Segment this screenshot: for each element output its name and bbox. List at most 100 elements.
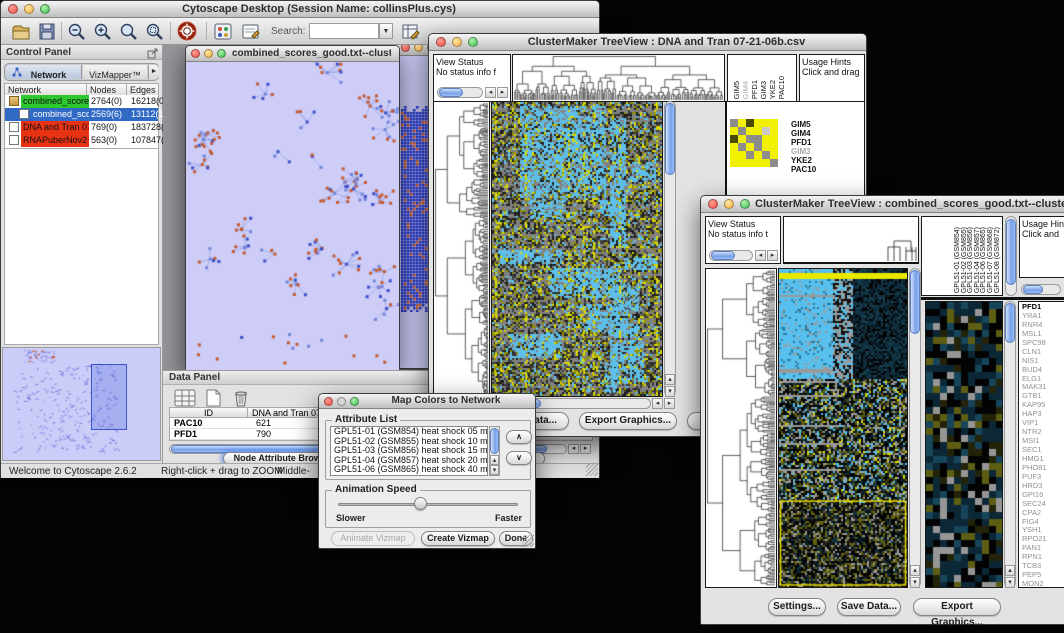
matrix-cell[interactable] — [754, 151, 762, 159]
export-graphics-button[interactable]: Export Graphics... — [579, 412, 677, 430]
matrix-cell[interactable] — [730, 143, 738, 151]
annotation-icon[interactable] — [241, 22, 261, 41]
resize-grip[interactable] — [522, 535, 534, 547]
minimize-button[interactable] — [414, 45, 423, 52]
close-button[interactable] — [8, 4, 18, 14]
matrix-cell[interactable] — [762, 135, 770, 143]
matrix-cell[interactable] — [746, 151, 754, 159]
matrix-cell[interactable] — [746, 143, 754, 151]
column-label[interactable]: PFD1 — [750, 80, 759, 99]
treeview2-column-labels[interactable]: GPL51-01 (GSM854)GPL51-02 (GSM855)GPL51-… — [921, 216, 1003, 296]
zoom-button[interactable] — [217, 49, 226, 58]
matrix-cell[interactable] — [770, 135, 778, 143]
speed-slider-track[interactable] — [338, 503, 518, 506]
column-label[interactable]: PAC10 — [777, 76, 786, 99]
speed-slider-thumb[interactable] — [414, 497, 427, 510]
minimize-button[interactable] — [724, 199, 734, 209]
matrix-cell[interactable] — [730, 127, 738, 135]
animate-vizmap-button[interactable]: Animate Vizmap — [331, 531, 415, 546]
create-vizmap-button[interactable]: Create Vizmap — [421, 531, 495, 546]
matrix-cell[interactable] — [754, 135, 762, 143]
matrix-cell[interactable] — [746, 135, 754, 143]
scroll-thumb[interactable] — [1005, 303, 1015, 343]
row-label[interactable]: GIM5 — [791, 120, 861, 129]
new-document-icon[interactable] — [201, 388, 225, 408]
scroll-thumb[interactable] — [910, 270, 920, 334]
matrix-cell[interactable] — [746, 127, 754, 135]
matrix-cell[interactable] — [754, 159, 762, 167]
search-input[interactable] — [309, 23, 379, 39]
matrix-cell[interactable] — [754, 127, 762, 135]
treeview1-row-labels[interactable]: GIM5GIM4PFD1GIM3YKE2PAC10 — [791, 120, 861, 180]
zoom-button[interactable] — [740, 199, 750, 209]
scroll-left-arrow[interactable]: ◂ — [485, 87, 496, 98]
view-status-hscrollbar[interactable] — [437, 87, 483, 98]
treeview2-zoom-heatmap-panel[interactable] — [925, 301, 1003, 588]
matrix-cell[interactable] — [730, 159, 738, 167]
matrix-cell[interactable] — [762, 151, 770, 159]
row-label[interactable]: GIM4 — [791, 129, 861, 138]
matrix-cell[interactable] — [770, 127, 778, 135]
matrix-cell[interactable] — [746, 159, 754, 167]
attribute-editor-icon[interactable] — [401, 22, 421, 41]
row-label[interactable]: YKE2 — [791, 156, 861, 165]
matrix-cell[interactable] — [746, 119, 754, 127]
cytopanel-icon[interactable] — [213, 22, 233, 41]
scroll-right-arrow[interactable]: ▸ — [580, 444, 591, 454]
matrix-cell[interactable] — [770, 159, 778, 167]
tab-network[interactable]: Network — [6, 65, 82, 79]
close-button[interactable] — [401, 45, 410, 52]
column-label[interactable]: GPL51-08 (GSM872) — [994, 227, 1001, 293]
treeview2-usage-hscrollbar[interactable] — [1021, 284, 1061, 295]
matrix-cell[interactable] — [770, 151, 778, 159]
minimize-button[interactable] — [204, 49, 213, 58]
main-titlebar[interactable]: Cytoscape Desktop (Session Name: collins… — [1, 1, 599, 18]
matrix-cell[interactable] — [738, 159, 746, 167]
scroll-up-arrow[interactable]: ▴ — [490, 455, 499, 465]
row-label[interactable]: PAC10 — [791, 165, 861, 174]
column-label[interactable]: GIM4 — [741, 81, 750, 99]
view-status-hscrollbar[interactable] — [709, 250, 753, 261]
treeview2-heatmap-vscrollbar[interactable]: ▴ ▾ — [909, 268, 921, 588]
network-list-row[interactable]: combined_scores2764(0)16218(0) — [5, 95, 158, 108]
scroll-thumb[interactable] — [490, 428, 499, 454]
export-graphics-button[interactable]: Export Graphics... — [913, 598, 1001, 616]
matrix-cell[interactable] — [770, 119, 778, 127]
help-lifering-icon[interactable] — [177, 21, 198, 42]
matrix-cell[interactable] — [738, 135, 746, 143]
treeview1-row-dendrogram-panel[interactable] — [433, 101, 490, 397]
minimize-button[interactable] — [337, 397, 346, 406]
column-label[interactable]: YKE2 — [768, 80, 777, 99]
treeview2-column-dendrogram-panel[interactable] — [783, 216, 919, 264]
treeview2-zoom-vscrollbar[interactable]: ▴ ▾ — [1004, 301, 1016, 588]
zoom-out-icon[interactable] — [67, 22, 87, 41]
resize-grip[interactable] — [586, 464, 598, 476]
network-tree-empty-area[interactable] — [4, 149, 159, 345]
zoom-in-icon[interactable] — [93, 22, 113, 41]
treeview2-row-dendrogram-panel[interactable] — [705, 268, 777, 588]
scroll-thumb[interactable] — [439, 88, 463, 97]
close-button[interactable] — [191, 49, 200, 58]
network-list-row[interactable]: combined_sco2569(6)13112(15) — [5, 108, 158, 121]
matrix-cell[interactable] — [754, 143, 762, 151]
network-list-row[interactable]: DNA and Tran 07769(0)183728(0) — [5, 121, 158, 134]
close-button[interactable] — [708, 199, 718, 209]
close-button[interactable] — [324, 397, 333, 406]
close-button[interactable] — [436, 37, 446, 47]
attribute-list[interactable]: GPL51-01 (GSM854) heat shock 05 minGPL51… — [330, 426, 488, 476]
column-label[interactable]: GPL51-07 (GSM868) — [987, 227, 994, 293]
matrix-cell[interactable] — [738, 143, 746, 151]
matrix-cell[interactable] — [762, 159, 770, 167]
treeview1-column-dendrogram-panel[interactable] — [512, 54, 725, 102]
scroll-down-arrow[interactable]: ▾ — [665, 386, 675, 397]
matrix-cell[interactable] — [730, 119, 738, 127]
treeview1-global-heatmap-panel[interactable] — [491, 101, 663, 397]
treeview2-titlebar[interactable]: ClusterMaker TreeView : combined_scores_… — [701, 196, 1064, 213]
scroll-right-arrow[interactable]: ▸ — [497, 87, 508, 98]
attribute-list-vscrollbar[interactable]: ▴ ▾ — [489, 426, 500, 476]
float-panel-icon[interactable] — [147, 47, 159, 59]
network1-titlebar[interactable]: combined_scores_good.txt--cluste... — [186, 46, 399, 62]
zoom-heatmap-matrix[interactable] — [730, 119, 778, 167]
tab-vizmapper[interactable]: VizMapper™ — [83, 65, 147, 79]
network-overview-panel[interactable] — [2, 347, 161, 461]
